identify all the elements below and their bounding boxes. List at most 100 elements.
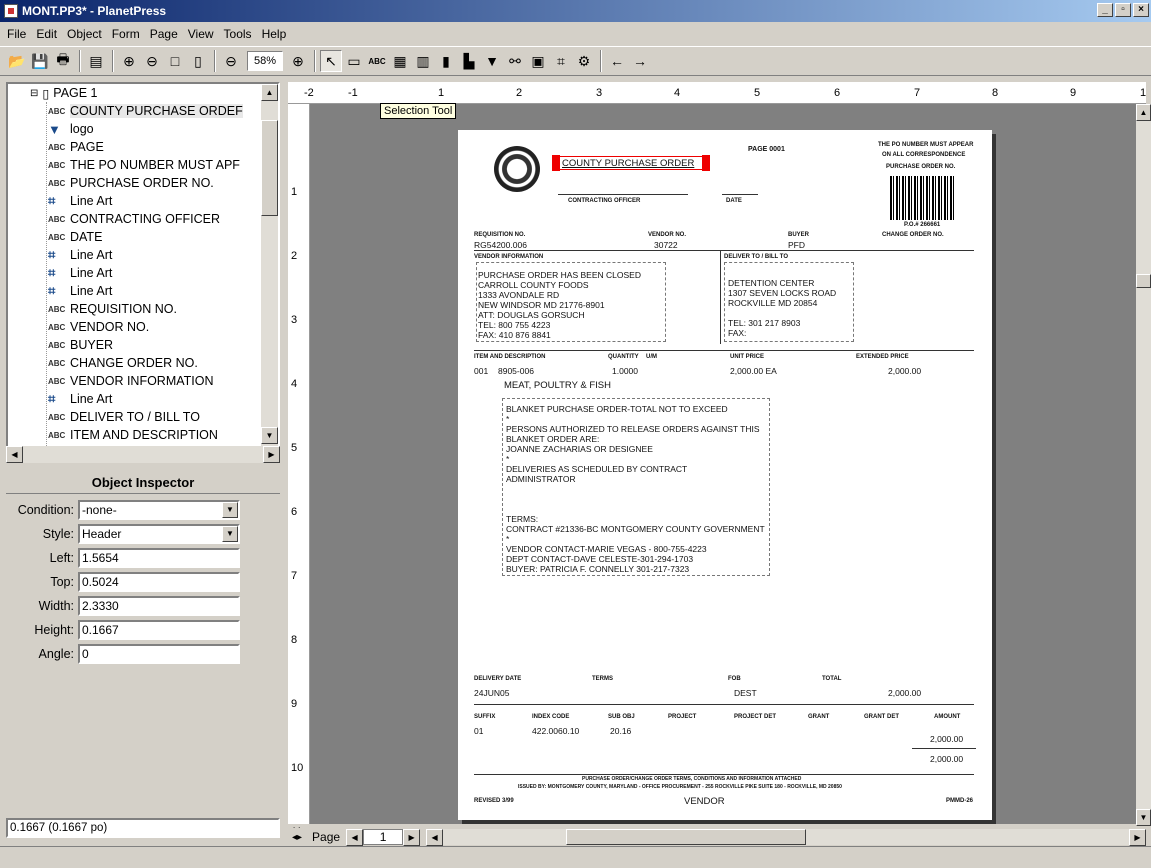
inspector-field[interactable]: 0.5024 (78, 572, 240, 592)
doc-amount-total[interactable]: 2,000.00 (930, 754, 963, 764)
menu-edit[interactable]: Edit (31, 25, 62, 43)
box-tool-icon[interactable]: ▭ (343, 50, 365, 72)
doc-description[interactable]: MEAT, POULTRY & FISH (504, 380, 611, 391)
doc-text-line[interactable]: * (506, 414, 509, 424)
scroll-left-icon[interactable]: ◀ (6, 446, 23, 463)
chart-tool-icon[interactable]: ▙ (458, 50, 480, 72)
doc-text-line[interactable]: CARROLL COUNTY FOODS (478, 280, 589, 290)
zoom-out-icon[interactable]: ⊖ (141, 50, 163, 72)
doc-text-line[interactable]: PERSONS AUTHORIZED TO RELEASE ORDERS AGA… (506, 424, 760, 434)
doc-total[interactable]: 2,000.00 (888, 688, 921, 698)
doc-item-label[interactable]: ITEM AND DESCRIPTION (474, 354, 545, 360)
doc-text-line[interactable]: BLANKET PURCHASE ORDER-TOTAL NOT TO EXCE… (506, 404, 728, 414)
properties-icon[interactable]: ▤ (85, 50, 107, 72)
canvas-scroll-right-icon[interactable]: ▶ (1129, 829, 1146, 846)
menu-form[interactable]: Form (107, 25, 145, 43)
doc-vendor-no-label[interactable]: VENDOR NO. (648, 232, 686, 238)
tree-item[interactable]: ABC CONTRACTING OFFICER (48, 210, 220, 228)
doc-suffix-label[interactable]: SUFFIX (474, 714, 495, 720)
doc-total-label[interactable]: TOTAL (822, 676, 841, 682)
doc-vendor-copy[interactable]: VENDOR (684, 796, 725, 807)
planetpress-app-icon[interactable] (4, 4, 18, 18)
doc-requisition[interactable]: RG54200.006 (474, 240, 527, 250)
doc-terms-label[interactable]: TERMS (592, 676, 613, 682)
canvas-scroll-down-icon[interactable]: ▼ (1136, 809, 1151, 826)
tree-horizontal-scrollbar[interactable]: ◀ ▶ (6, 446, 280, 463)
doc-po-number[interactable]: P.O.# 266661 (904, 222, 940, 228)
doc-item-code[interactable]: 8905-006 (498, 366, 534, 376)
doc-extended-label[interactable]: EXTENDED PRICE (856, 354, 909, 360)
image-tool-icon[interactable]: ▼ (481, 50, 503, 72)
doc-text-line[interactable]: JOANNE ZACHARIAS OR DESIGNEE (506, 444, 653, 454)
doc-note1[interactable]: THE PO NUMBER MUST APPEAR (878, 142, 973, 148)
fit-page-icon[interactable]: □ (164, 50, 186, 72)
scroll-up-icon[interactable]: ▲ (261, 84, 278, 101)
menu-file[interactable]: File (2, 25, 31, 43)
doc-delivery-date[interactable]: 24JUN05 (474, 688, 509, 698)
forward-arrow-icon[interactable]: → (629, 50, 651, 72)
doc-text-line[interactable]: VENDOR CONTACT-MARIE VEGAS - 800-755-422… (506, 544, 707, 554)
zoom-plus-icon[interactable]: ⊕ (287, 50, 309, 72)
back-arrow-icon[interactable]: ← (606, 50, 628, 72)
doc-amount-label[interactable]: AMOUNT (934, 714, 960, 720)
doc-fob-label[interactable]: FOB (728, 676, 741, 682)
zoom-level-field[interactable]: 58% (247, 51, 283, 71)
doc-text-line[interactable]: DEPT CONTACT-DAVE CELESTE-301-294-1703 (506, 554, 693, 564)
next-page-icon[interactable]: ▶ (403, 828, 421, 846)
tree-item[interactable]: ABC DELIVER TO / BILL TO (48, 408, 200, 426)
doc-item-no[interactable]: 001 (474, 366, 488, 376)
barcode-tool-icon[interactable]: ▮ (435, 50, 457, 72)
doc-index-label[interactable]: INDEX CODE (532, 714, 569, 720)
inspector-field[interactable]: 0.1667 (78, 620, 240, 640)
save-icon[interactable]: 💾 (29, 50, 51, 72)
doc-text-line[interactable]: DETENTION CENTER (728, 278, 814, 288)
doc-projectdet-label[interactable]: PROJECT DET (734, 714, 776, 720)
menu-page[interactable]: Page (145, 25, 183, 43)
doc-text-line[interactable]: DELIVERIES AS SCHEDULED BY CONTRACT (506, 464, 687, 474)
tree-item[interactable]: ABC COUNTY PURCHASE ORDEF (48, 102, 243, 120)
dropdown-arrow-icon[interactable]: ▼ (222, 526, 238, 542)
doc-text-line[interactable]: 1307 SEVEN LOCKS ROAD (728, 288, 836, 298)
doc-footer1[interactable]: PURCHASE ORDER/CHANGE ORDER TERMS, CONDI… (582, 776, 801, 782)
tree-item[interactable]: ⌗ Line Art (48, 192, 112, 210)
doc-uom-label[interactable]: U/M (646, 354, 657, 360)
doc-text-line[interactable]: ADMINISTRATOR (506, 474, 576, 484)
inspector-field[interactable]: 1.5654 (78, 548, 240, 568)
tree-item[interactable]: ⌗ Line Art (48, 264, 112, 282)
doc-unit-price-label[interactable]: UNIT PRICE (730, 354, 764, 360)
menu-tools[interactable]: Tools (219, 25, 257, 43)
doc-text-line[interactable]: TEL: 301 217 8903 (728, 318, 800, 328)
doc-text-line[interactable]: CONTRACT #21336-BC MONTGOMERY COUNTY GOV… (506, 524, 765, 534)
tree-item[interactable]: ABC REQUISITION NO. (48, 300, 177, 318)
canvas-scroll-thumb[interactable] (1136, 274, 1151, 288)
restore-button[interactable]: ▫ (1115, 3, 1131, 17)
fit-width-icon[interactable]: ▯ (187, 50, 209, 72)
doc-text-line[interactable]: BUYER: PATRICIA F. CONNELLY 301-217-7323 (506, 564, 689, 574)
doc-subobj[interactable]: 20.16 (610, 726, 631, 736)
doc-vendor-no[interactable]: 30722 (654, 240, 678, 250)
text-tool-icon[interactable]: ABC (366, 50, 388, 72)
doc-quantity[interactable]: 1.0000 (612, 366, 638, 376)
menu-object[interactable]: Object (62, 25, 107, 43)
zoom-in-icon[interactable]: ⊕ (118, 50, 140, 72)
doc-text-line[interactable]: TEL: 800 755 4223 (478, 320, 550, 330)
menu-help[interactable]: Help (257, 25, 292, 43)
doc-date-label[interactable]: DATE (726, 198, 742, 204)
doc-project-label[interactable]: PROJECT (668, 714, 696, 720)
doc-text-line[interactable]: ROCKVILLE MD 20854 (728, 298, 817, 308)
canvas-horizontal-scrollbar[interactable]: ◀ ▶ (426, 829, 1146, 846)
inspector-combo[interactable]: -none- ▼ (78, 500, 240, 520)
tree-item[interactable]: ABC ITEM AND DESCRIPTION (48, 426, 218, 444)
selection-tool-icon[interactable]: ↖ (320, 50, 342, 72)
doc-unit-price[interactable]: 2,000.00 EA (730, 366, 777, 376)
tree-item[interactable]: ABC THE PO NUMBER MUST APF (48, 156, 240, 174)
tree-item[interactable]: ▼ logo (48, 120, 94, 138)
doc-text-line[interactable]: TERMS: (506, 514, 538, 524)
zoom-minus-icon[interactable]: ⊖ (220, 50, 242, 72)
tree-item[interactable]: ABC DATE (48, 228, 102, 246)
print-icon[interactable]: 🖶 (52, 50, 74, 72)
scroll-track[interactable] (23, 446, 263, 463)
open-icon[interactable]: 📂 (6, 50, 28, 72)
data-tool-icon[interactable]: ▥ (412, 50, 434, 72)
close-button[interactable]: × (1133, 3, 1149, 17)
